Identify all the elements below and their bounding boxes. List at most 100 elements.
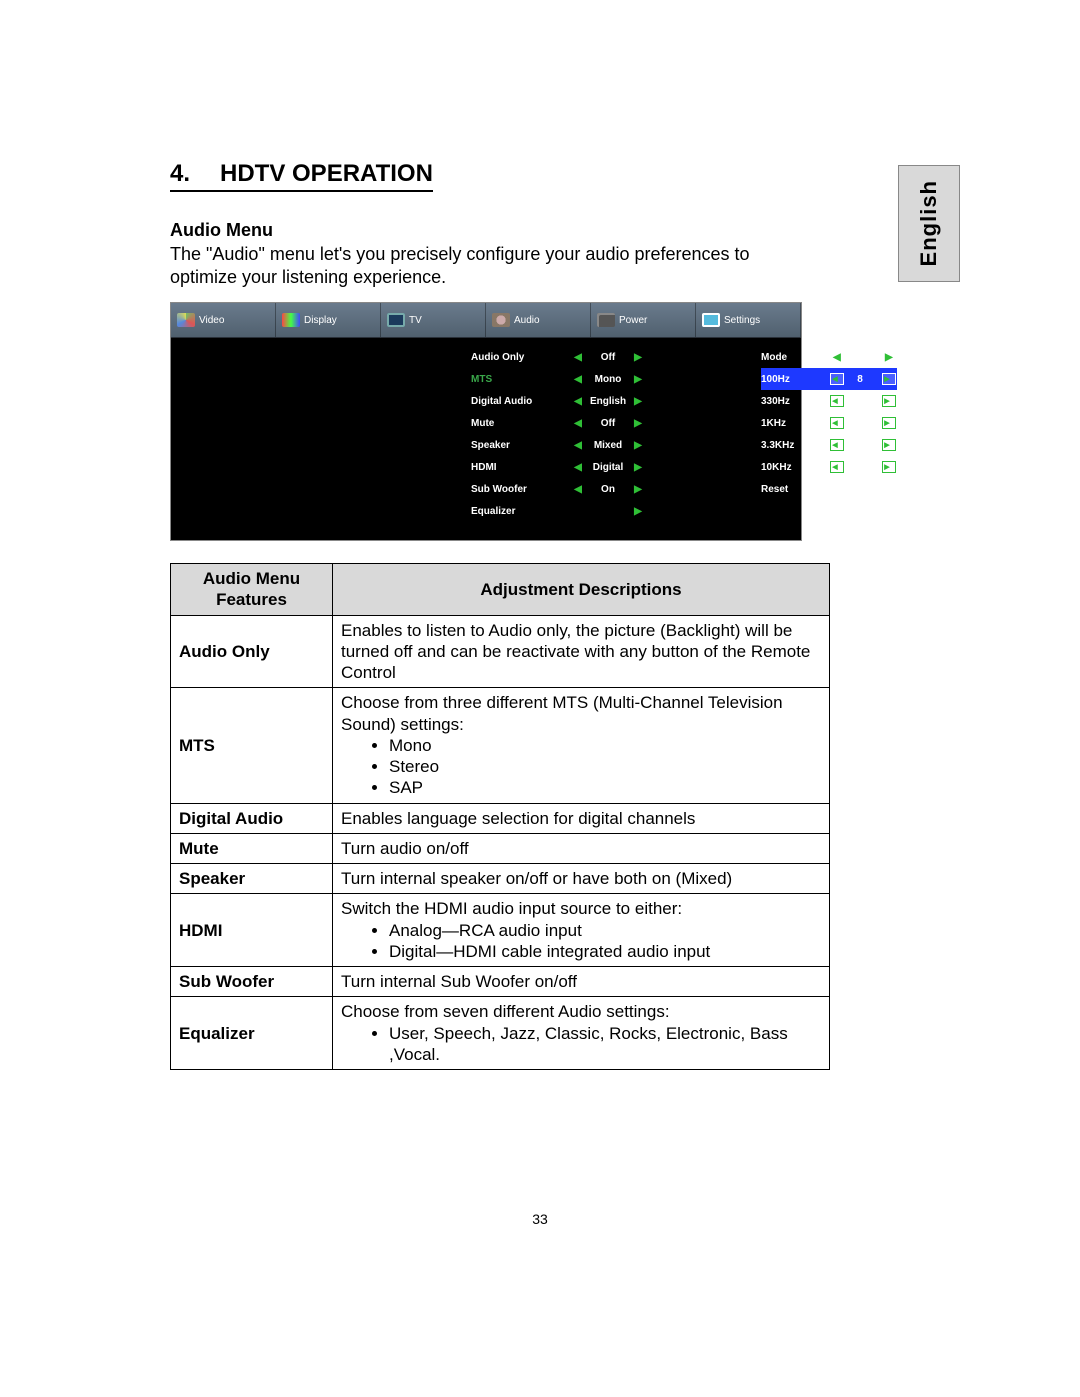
eq-increase-icon[interactable]: [875, 373, 897, 385]
osd-menu-row[interactable]: Audio Only◀Off▶: [471, 346, 751, 368]
right-arrow-icon[interactable]: ▶: [631, 352, 645, 363]
osd-tab-settings[interactable]: Settings: [696, 303, 801, 337]
feature-desc: Enables to listen to Audio only, the pic…: [333, 615, 830, 688]
eq-band-row[interactable]: 10KHz 0: [761, 456, 897, 478]
feature-desc: Switch the HDMI audio input source to ei…: [333, 894, 830, 967]
language-tab: English: [898, 165, 960, 282]
feature-desc: Choose from three different MTS (Multi-C…: [333, 688, 830, 803]
desc-intro: Switch the HDMI audio input source to ei…: [341, 898, 821, 919]
eq-band-row[interactable]: 3.3KHz10: [761, 434, 897, 456]
table-row: Sub WooferTurn internal Sub Woofer on/of…: [171, 967, 830, 997]
table-header-feature: Audio Menu Features: [171, 564, 333, 616]
osd-row-value: English: [585, 396, 631, 407]
osd-row-value: On: [585, 484, 631, 495]
left-arrow-icon[interactable]: ◀: [571, 462, 585, 473]
osd-menu-row[interactable]: Digital Audio◀English▶: [471, 390, 751, 412]
osd-tab-tv[interactable]: TV: [381, 303, 486, 337]
manual-page: English 4.HDTV OPERATION Audio Menu The …: [0, 0, 1080, 1397]
eq-mode-row[interactable]: Mode◀User▶: [761, 346, 897, 368]
table-row: EqualizerChoose from seven different Aud…: [171, 997, 830, 1070]
left-arrow-icon[interactable]: ◀: [571, 352, 585, 363]
eq-band-row[interactable]: 100Hz8: [761, 368, 897, 390]
subsection-title: Audio Menu: [170, 220, 960, 241]
eq-decrease-icon[interactable]: [823, 439, 845, 451]
osd-equalizer-row[interactable]: Equalizer▶: [471, 500, 751, 522]
osd-row-value: Off: [585, 352, 631, 363]
eq-increase-icon[interactable]: [875, 395, 897, 407]
table-header-desc: Adjustment Descriptions: [333, 564, 830, 616]
left-arrow-icon[interactable]: ◀: [571, 418, 585, 429]
osd-row-label: Speaker: [471, 440, 571, 451]
feature-desc: Turn internal speaker on/off or have bot…: [333, 864, 830, 894]
settings-icon: [702, 313, 720, 327]
osd-tab-audio[interactable]: Audio: [486, 303, 591, 337]
right-arrow-icon[interactable]: ▶: [631, 462, 645, 473]
desc-bullet-item: Digital—HDMI cable integrated audio inpu…: [389, 941, 821, 962]
osd-tab-label: Power: [619, 315, 647, 326]
right-arrow-icon[interactable]: ▶: [631, 418, 645, 429]
eq-band-label: 3.3KHz: [761, 440, 823, 451]
osd-tab-label: Video: [199, 315, 224, 326]
eq-band-row[interactable]: 330Hz2: [761, 390, 897, 412]
left-arrow-icon[interactable]: ◀: [571, 484, 585, 495]
feature-name: Equalizer: [171, 997, 333, 1070]
osd-row-label: Digital Audio: [471, 396, 571, 407]
osd-tab-display[interactable]: Display: [276, 303, 381, 337]
eq-band-value: 2: [845, 396, 875, 407]
eq-decrease-icon[interactable]: [823, 395, 845, 407]
left-arrow-icon[interactable]: ◀: [571, 374, 585, 385]
feature-name: Digital Audio: [171, 803, 333, 833]
osd-menu-row[interactable]: Speaker◀Mixed▶: [471, 434, 751, 456]
right-arrow-icon[interactable]: ▶: [631, 440, 645, 451]
osd-row-label: Audio Only: [471, 352, 571, 363]
osd-menu-row[interactable]: Sub Woofer◀On▶: [471, 478, 751, 500]
osd-row-value: Off: [585, 418, 631, 429]
right-arrow-icon[interactable]: ▶: [631, 396, 645, 407]
table-row: HDMI Switch the HDMI audio input source t…: [171, 894, 830, 967]
feature-desc: Turn internal Sub Woofer on/off: [333, 967, 830, 997]
right-arrow-icon[interactable]: ▶: [631, 484, 645, 495]
eq-reset-row[interactable]: Reset: [761, 478, 897, 500]
feature-desc: Choose from seven different Audio settin…: [333, 997, 830, 1070]
table-row: MTSChoose from three different MTS (Mult…: [171, 688, 830, 803]
osd-tab-video[interactable]: Video: [171, 303, 276, 337]
osd-row-value: Mixed: [585, 440, 631, 451]
desc-intro: Choose from three different MTS (Multi-C…: [341, 692, 821, 735]
osd-menu-row[interactable]: MTS◀Mono▶: [471, 368, 751, 390]
osd-equalizer-column: Mode◀User▶100Hz8330Hz21KHz63.3KHz1010KHz…: [761, 346, 907, 522]
eq-decrease-icon[interactable]: [823, 373, 845, 385]
feature-desc: Turn audio on/off: [333, 833, 830, 863]
body-text: The "Audio" menu let's you precisely con…: [170, 243, 790, 288]
eq-band-label: 10KHz: [761, 462, 823, 473]
eq-decrease-icon[interactable]: [823, 461, 845, 473]
eq-band-value: 0: [845, 462, 875, 473]
desc-bullets: MonoStereoSAP: [341, 735, 821, 799]
left-arrow-icon[interactable]: ◀: [571, 396, 585, 407]
eq-increase-icon[interactable]: [875, 461, 897, 473]
eq-increase-icon[interactable]: [875, 417, 897, 429]
desc-bullet-item: Stereo: [389, 756, 821, 777]
osd-row-label: MTS: [471, 374, 571, 385]
feature-name: Speaker: [171, 864, 333, 894]
right-arrow-icon[interactable]: ▶: [631, 374, 645, 385]
osd-tab-label: Settings: [724, 315, 760, 326]
osd-menu-row[interactable]: HDMI◀Digital▶: [471, 456, 751, 478]
table-row: Audio OnlyEnables to listen to Audio onl…: [171, 615, 830, 688]
display-icon: [282, 313, 300, 327]
left-arrow-icon[interactable]: ◀: [571, 440, 585, 451]
desc-bullet-item: SAP: [389, 777, 821, 798]
desc-bullet-item: Analog—RCA audio input: [389, 920, 821, 941]
osd-tab-power[interactable]: Power: [591, 303, 696, 337]
osd-menu-row[interactable]: Mute◀Off▶: [471, 412, 751, 434]
eq-band-label: 1KHz: [761, 418, 823, 429]
feature-name: Sub Woofer: [171, 967, 333, 997]
desc-bullet-item: User, Speech, Jazz, Classic, Rocks, Elec…: [389, 1023, 821, 1066]
left-arrow-icon[interactable]: ◀: [833, 352, 845, 363]
eq-decrease-icon[interactable]: [823, 417, 845, 429]
eq-band-row[interactable]: 1KHz6: [761, 412, 897, 434]
osd-tab-label: TV: [409, 315, 422, 326]
eq-increase-icon[interactable]: [875, 439, 897, 451]
feature-name: HDMI: [171, 894, 333, 967]
right-arrow-icon[interactable]: ▶: [631, 506, 645, 517]
right-arrow-icon[interactable]: ▶: [885, 352, 897, 363]
